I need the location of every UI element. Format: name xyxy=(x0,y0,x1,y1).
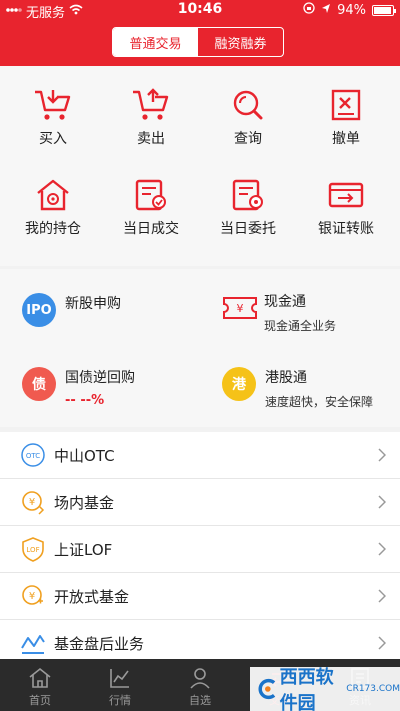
grid-item-today-deals[interactable]: 当日成交 xyxy=(101,156,201,246)
user-icon xyxy=(190,668,210,689)
grid-label: 当日委托 xyxy=(220,221,276,237)
grid-item-sell[interactable]: 卖出 xyxy=(101,66,201,156)
watermark-logo-icon xyxy=(258,678,276,700)
grid-label: 买入 xyxy=(39,131,67,147)
watermark: 西西软件园 CR173.COM xyxy=(250,667,400,711)
tab-label: 自选 xyxy=(189,694,211,707)
chevron-right-icon xyxy=(378,636,387,654)
feature-subtitle: 速度超快，安全保障 xyxy=(265,395,374,409)
chart-line-icon xyxy=(20,630,46,656)
feature-title: 现金通 xyxy=(264,294,306,310)
cart-out-icon xyxy=(133,88,169,120)
tab-normal-trade[interactable]: 普通交易 xyxy=(113,28,198,56)
grid-label: 银证转账 xyxy=(318,221,374,237)
feature-subtitle: -- --% xyxy=(65,393,105,408)
grid-label: 卖出 xyxy=(137,131,165,147)
header: 普通交易 融资融券 xyxy=(0,20,400,66)
grid-label: 撤单 xyxy=(332,131,360,147)
tab-watchlist[interactable]: 自选 xyxy=(160,659,240,711)
tab-label: 首页 xyxy=(29,694,51,707)
tab-market[interactable]: 行情 xyxy=(80,659,160,711)
transfer-card-icon xyxy=(328,182,364,208)
list-item-exchange-fund[interactable]: ¥ 场内基金 xyxy=(0,479,400,526)
svg-text:¥: ¥ xyxy=(29,497,35,508)
otc-icon: OTC xyxy=(20,442,46,468)
chevron-right-icon xyxy=(378,495,387,513)
deal-doc-icon xyxy=(135,179,166,211)
feature-ipo[interactable]: IPO 新股申购 xyxy=(22,293,121,327)
feature-subtitle: 现金通全业务 xyxy=(264,319,337,333)
feature-hk-connect[interactable]: 港 港股通 速度超快，安全保障 xyxy=(222,367,373,410)
feature-section: IPO 新股申购 ¥ 现金通 现金通全业务 债 国债逆回购 -- --% 港 港… xyxy=(0,269,400,427)
location-icon xyxy=(321,3,331,18)
grid-item-query[interactable]: 查询 xyxy=(198,66,298,156)
battery-text: 94% xyxy=(337,2,366,18)
cancel-order-icon xyxy=(331,89,361,121)
grid-item-buy[interactable]: 买入 xyxy=(3,66,103,156)
search-icon xyxy=(233,90,263,120)
grid-item-bank-transfer[interactable]: 银证转账 xyxy=(296,156,396,246)
open-fund-icon: ¥ xyxy=(20,583,46,609)
home-icon xyxy=(29,667,51,688)
grid-label: 当日成交 xyxy=(123,221,179,237)
market-chart-icon xyxy=(110,669,129,688)
entrust-doc-icon xyxy=(232,179,263,211)
hk-badge-icon: 港 xyxy=(222,367,256,401)
list-item-label: 上证LOF xyxy=(54,540,113,559)
feature-repo[interactable]: 债 国债逆回购 -- --% xyxy=(22,367,135,408)
feature-cash[interactable]: ¥ 现金通 现金通全业务 xyxy=(222,291,336,334)
watermark-brand: 西西软件园 xyxy=(279,667,334,711)
ticket-icon: ¥ xyxy=(222,291,258,325)
status-right: 94% xyxy=(303,2,396,18)
tab-label: 行情 xyxy=(109,694,131,707)
fund-shield-icon: ¥ xyxy=(20,489,46,515)
function-grid: 买入 卖出 查询 撤单 我的持仓 当日成交 当日委托 银证转账 xyxy=(0,66,400,266)
list-item-lof[interactable]: LOF 上证LOF xyxy=(0,526,400,573)
lock-rotation-icon xyxy=(303,2,315,18)
feature-title: 新股申购 xyxy=(65,296,121,312)
trade-type-switch: 普通交易 融资融券 xyxy=(112,27,284,57)
lof-shield-icon: LOF xyxy=(20,536,46,562)
tab-home[interactable]: 首页 xyxy=(0,659,80,711)
feature-title: 国债逆回购 xyxy=(65,370,135,386)
battery-icon xyxy=(372,4,396,16)
status-bar: 无服务 10:46 94% xyxy=(0,0,400,21)
svg-text:¥: ¥ xyxy=(237,302,244,315)
service-list: OTC 中山OTC ¥ 场内基金 LOF 上证LOF ¥ 开放式基金 基金盘后业… xyxy=(0,432,400,667)
grid-item-positions[interactable]: 我的持仓 xyxy=(3,156,103,246)
grid-label: 查询 xyxy=(234,131,262,147)
grid-label: 我的持仓 xyxy=(25,221,81,237)
repo-badge-icon: 债 xyxy=(22,367,56,401)
svg-text:OTC: OTC xyxy=(26,452,40,460)
chevron-right-icon xyxy=(378,542,387,560)
chevron-right-icon xyxy=(378,589,387,607)
list-item-label: 中山OTC xyxy=(54,446,115,465)
tab-margin-trade[interactable]: 融资融券 xyxy=(198,28,283,56)
chevron-right-icon xyxy=(378,448,387,466)
list-item-otc[interactable]: OTC 中山OTC xyxy=(0,432,400,479)
svg-text:¥: ¥ xyxy=(29,591,35,602)
list-item-open-fund[interactable]: ¥ 开放式基金 xyxy=(0,573,400,620)
home-position-icon xyxy=(37,179,69,211)
list-item-label: 开放式基金 xyxy=(54,587,130,606)
ipo-badge-icon: IPO xyxy=(22,293,56,327)
grid-item-cancel[interactable]: 撤单 xyxy=(296,66,396,156)
watermark-url: CR173.COM xyxy=(346,684,400,694)
list-item-label: 基金盘后业务 xyxy=(54,634,145,653)
grid-item-today-entrust[interactable]: 当日委托 xyxy=(198,156,298,246)
svg-text:LOF: LOF xyxy=(26,546,39,554)
cart-in-icon xyxy=(35,90,71,120)
list-item-label: 场内基金 xyxy=(54,493,115,512)
feature-title: 港股通 xyxy=(265,370,307,386)
